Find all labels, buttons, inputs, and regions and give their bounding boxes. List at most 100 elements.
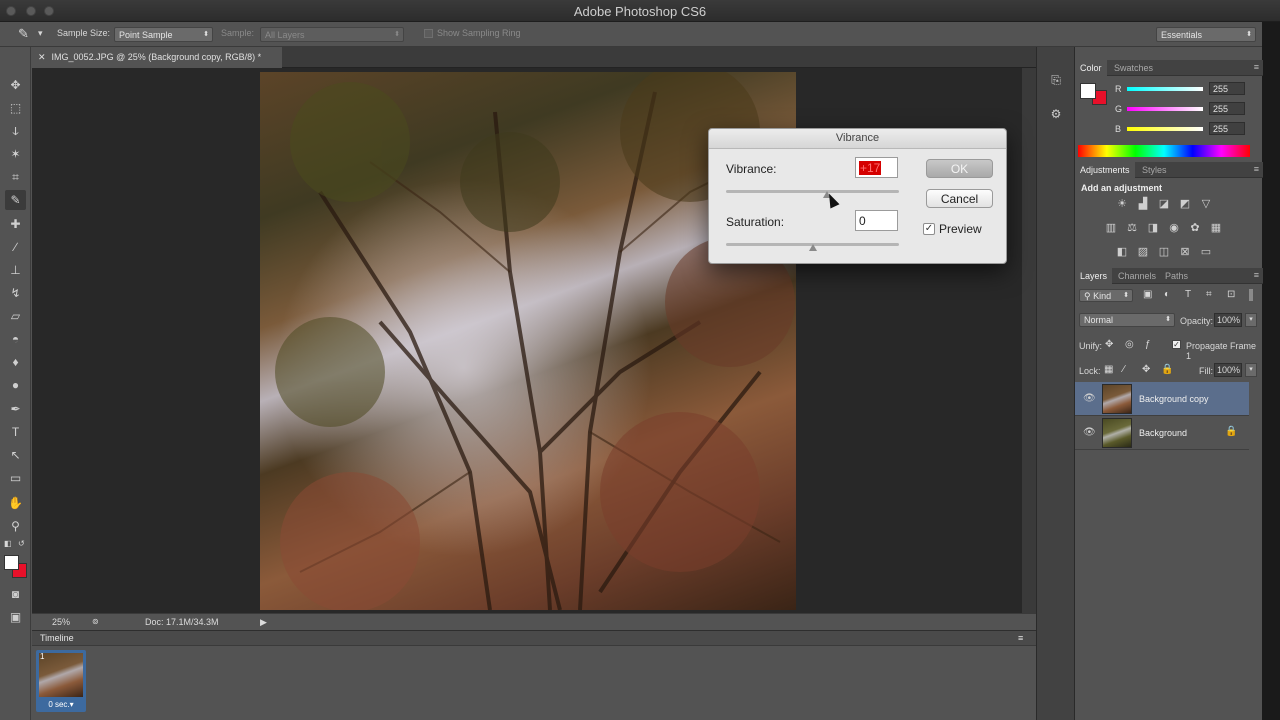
- layer-name[interactable]: Background: [1139, 428, 1187, 438]
- panel-menu-icon[interactable]: ≡: [1254, 62, 1259, 72]
- dodge-tool-icon[interactable]: ●: [5, 375, 26, 395]
- history-panel-icon[interactable]: ⎘: [1047, 71, 1065, 89]
- panel-menu-icon[interactable]: ≡: [1254, 270, 1259, 280]
- layer-row[interactable]: 👁 Background copy: [1075, 382, 1249, 416]
- hue-saturation-adjustment-icon[interactable]: ▥: [1104, 221, 1118, 235]
- blue-slider[interactable]: [1127, 127, 1203, 131]
- swap-colors-icon[interactable]: ↺: [18, 539, 25, 548]
- lock-position-icon[interactable]: ✥: [1142, 364, 1150, 375]
- type-tool-icon[interactable]: T: [5, 422, 26, 442]
- zoom-level[interactable]: 25%: [52, 617, 70, 627]
- lock-all-icon[interactable]: 🔒: [1161, 364, 1173, 375]
- eyedropper-tool-icon[interactable]: ✎: [5, 190, 26, 210]
- black-white-adjustment-icon[interactable]: ◨: [1146, 221, 1160, 235]
- tab-swatches[interactable]: Swatches: [1109, 60, 1158, 76]
- curves-adjustment-icon[interactable]: ◪: [1157, 197, 1171, 211]
- vibrance-input[interactable]: +17: [855, 157, 898, 178]
- exposure-adjustment-icon[interactable]: ◩: [1178, 197, 1192, 211]
- layer-filter-kind-select[interactable]: ⚲ Kind ⬍: [1079, 289, 1133, 302]
- show-ring-checkbox[interactable]: [424, 29, 433, 38]
- red-slider[interactable]: [1127, 87, 1203, 91]
- visibility-eye-icon[interactable]: 👁: [1083, 427, 1096, 438]
- cancel-button[interactable]: Cancel: [926, 189, 993, 208]
- tab-styles[interactable]: Styles: [1137, 162, 1172, 178]
- sample-size-select[interactable]: Point Sample ⬍: [114, 27, 213, 42]
- tab-color[interactable]: Color: [1075, 60, 1107, 76]
- eraser-tool-icon[interactable]: ▱: [5, 306, 26, 326]
- pixel-filter-icon[interactable]: ▣: [1143, 289, 1152, 300]
- clone-stamp-tool-icon[interactable]: ⊥: [5, 260, 26, 280]
- smart-object-filter-icon[interactable]: ⊡: [1227, 289, 1235, 300]
- preview-checkbox[interactable]: ✓: [923, 223, 935, 235]
- layer-name[interactable]: Background copy: [1139, 394, 1209, 404]
- shape-filter-icon[interactable]: ⌗: [1206, 289, 1212, 300]
- visibility-eye-icon[interactable]: 👁: [1083, 393, 1096, 404]
- type-filter-icon[interactable]: T: [1185, 289, 1191, 300]
- healing-brush-tool-icon[interactable]: ✚: [5, 214, 26, 234]
- color-spectrum-bar[interactable]: [1078, 145, 1250, 157]
- workspace-select[interactable]: Essentials ⬍: [1156, 27, 1256, 42]
- status-menu-arrow-icon[interactable]: ▶: [260, 617, 267, 628]
- panel-menu-icon[interactable]: ≡: [1018, 633, 1023, 643]
- tab-adjustments[interactable]: Adjustments: [1075, 162, 1135, 178]
- unify-style-icon[interactable]: ƒ: [1145, 339, 1151, 350]
- selective-color-adjustment-icon[interactable]: ⊠: [1178, 245, 1192, 259]
- blend-mode-select[interactable]: Normal ⬍: [1079, 313, 1175, 327]
- tab-layers[interactable]: Layers: [1075, 268, 1113, 284]
- frame-duration[interactable]: 0 sec.▾: [36, 700, 86, 709]
- timeline-frame[interactable]: 1 0 sec.▾: [36, 650, 86, 712]
- channel-mixer-adjustment-icon[interactable]: ✿: [1188, 221, 1202, 235]
- color-fg-swatch[interactable]: [1080, 83, 1096, 99]
- filter-toggle[interactable]: [1249, 289, 1253, 301]
- move-tool-icon[interactable]: ✥: [5, 75, 26, 95]
- panel-menu-icon[interactable]: ≡: [1254, 164, 1259, 174]
- marquee-tool-icon[interactable]: ⬚: [5, 98, 26, 118]
- propagate-frame-checkbox[interactable]: ✓: [1172, 340, 1181, 349]
- document-tab[interactable]: ✕ IMG_0052.JPG @ 25% (Background copy, RG…: [32, 47, 282, 68]
- saturation-input[interactable]: 0: [855, 210, 898, 231]
- path-selection-tool-icon[interactable]: ↖: [5, 445, 26, 465]
- blur-tool-icon[interactable]: ♦: [5, 352, 26, 372]
- photo-filter-adjustment-icon[interactable]: ◉: [1167, 221, 1181, 235]
- posterize-adjustment-icon[interactable]: ▨: [1136, 245, 1150, 259]
- rectangle-tool-icon[interactable]: ▭: [5, 468, 26, 488]
- brush-tool-icon[interactable]: ∕: [5, 237, 26, 257]
- lock-transparent-icon[interactable]: ▦: [1104, 364, 1113, 375]
- opacity-dropdown-icon[interactable]: ▾: [1245, 313, 1257, 327]
- unify-position-icon[interactable]: ✥: [1105, 339, 1113, 350]
- pen-tool-icon[interactable]: ✒: [5, 399, 26, 419]
- hand-tool-icon[interactable]: ✋: [5, 493, 26, 513]
- opacity-value[interactable]: 100%: [1214, 313, 1242, 327]
- color-lookup-adjustment-icon[interactable]: ▦: [1209, 221, 1223, 235]
- tool-preset-chevron-icon[interactable]: ▾: [38, 28, 43, 39]
- eyedropper-icon[interactable]: ✎: [18, 26, 29, 42]
- properties-panel-icon[interactable]: ⚙: [1047, 105, 1065, 123]
- quick-mask-icon[interactable]: ◙: [5, 584, 26, 604]
- tab-channels[interactable]: Channels: [1113, 268, 1161, 284]
- unify-visibility-icon[interactable]: ◎: [1125, 339, 1134, 350]
- ok-button[interactable]: OK: [926, 159, 993, 178]
- vibrance-adjustment-icon[interactable]: ▽: [1199, 197, 1213, 211]
- close-tab-icon[interactable]: ✕: [38, 52, 46, 62]
- blue-value[interactable]: 255: [1209, 122, 1245, 135]
- sample-select[interactable]: All Layers ⬍: [260, 27, 404, 42]
- saturation-slider-thumb[interactable]: [808, 244, 817, 251]
- history-brush-tool-icon[interactable]: ↯: [5, 283, 26, 303]
- layer-row[interactable]: 👁 Background 🔒: [1075, 416, 1249, 450]
- crop-tool-icon[interactable]: ⌗: [5, 167, 26, 187]
- fill-dropdown-icon[interactable]: ▾: [1245, 363, 1257, 377]
- threshold-adjustment-icon[interactable]: ◫: [1157, 245, 1171, 259]
- magic-wand-tool-icon[interactable]: ✶: [5, 144, 26, 164]
- green-slider[interactable]: [1127, 107, 1203, 111]
- lock-pixels-icon[interactable]: ∕: [1123, 364, 1125, 375]
- brightness-adjustment-icon[interactable]: ☀: [1115, 197, 1129, 211]
- paint-bucket-tool-icon[interactable]: ◓: [5, 329, 26, 349]
- levels-adjustment-icon[interactable]: ▟: [1136, 197, 1150, 211]
- invert-adjustment-icon[interactable]: ◧: [1115, 245, 1129, 259]
- green-value[interactable]: 255: [1209, 102, 1245, 115]
- timeline-label[interactable]: Timeline: [40, 633, 74, 643]
- color-balance-adjustment-icon[interactable]: ⚖: [1125, 221, 1139, 235]
- fill-value[interactable]: 100%: [1214, 363, 1242, 377]
- default-colors-icon[interactable]: ◧: [4, 539, 12, 548]
- tab-paths[interactable]: Paths: [1160, 268, 1193, 284]
